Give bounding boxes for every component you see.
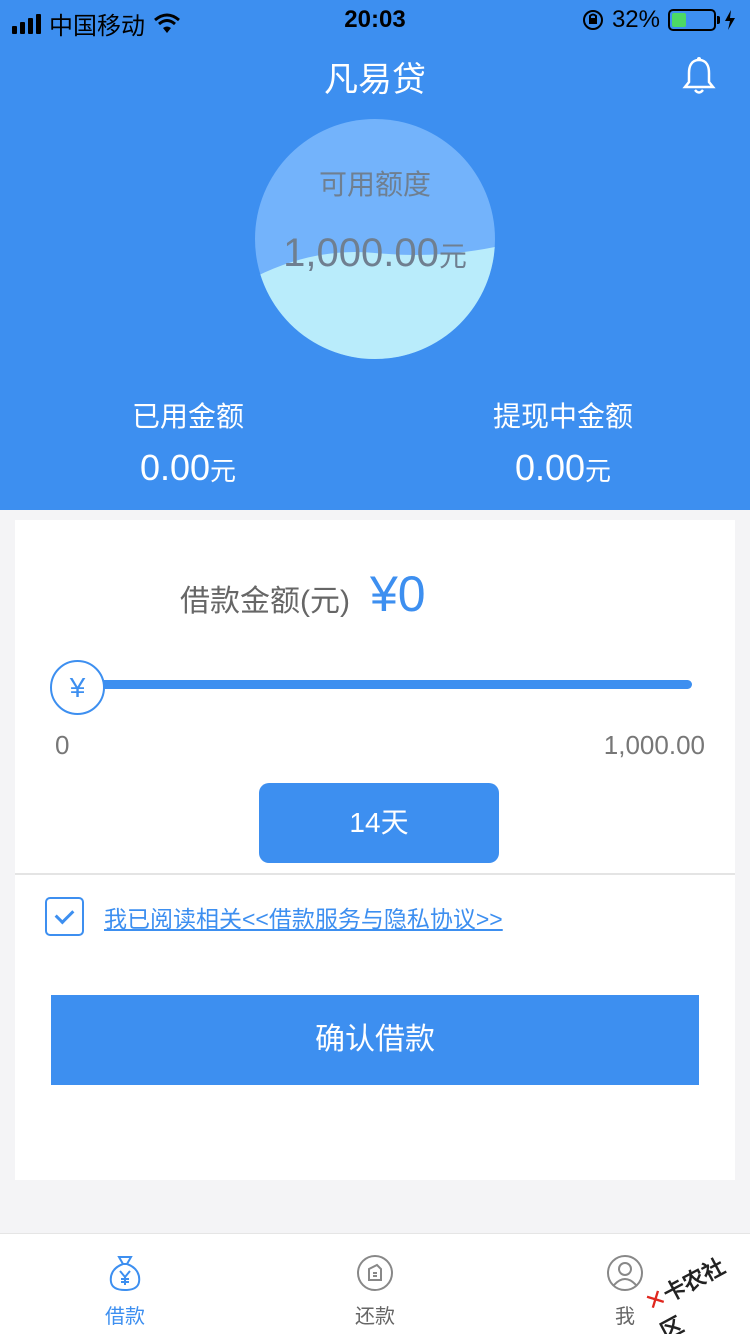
page-title: 凡易贷 <box>324 61 426 99</box>
used-amount-label: 已用金额 <box>131 401 244 432</box>
credit-amount-unit: 元 <box>438 241 467 272</box>
credit-amount: 1,000.00元 <box>255 231 495 276</box>
user-icon <box>607 1255 643 1291</box>
battery-percent: 32% <box>611 6 660 33</box>
loan-amount-value: ¥0 <box>369 566 426 622</box>
loan-card: 借款金额(元) ¥0 ¥ 0 1,000.00 14天 我已阅读相关<<借款服务… <box>15 520 735 1180</box>
slider-min-label: 0 <box>55 730 70 760</box>
agreement-row: 我已阅读相关<<借款服务与隐私协议>> <box>45 897 503 936</box>
loan-amount-slider[interactable]: ¥ <box>50 660 692 716</box>
orientation-lock-icon <box>582 10 603 30</box>
withdrawing-amount-stat: 提现中金额 0.00元 <box>413 395 713 489</box>
agreement-checkbox[interactable] <box>45 897 84 936</box>
tab-repay-label: 还款 <box>355 1306 395 1328</box>
loan-amount-label: 借款金额(元) <box>180 585 350 618</box>
used-amount-unit: 元 <box>210 456 237 486</box>
tab-bar: 借款 还款 我 <box>0 1233 750 1334</box>
used-amount-stat: 已用金额 0.00元 <box>38 395 338 489</box>
tab-loan[interactable]: 借款 <box>45 1234 205 1334</box>
loan-amount-row: 借款金额(元) ¥0 <box>180 565 426 623</box>
tab-repay[interactable]: 还款 <box>295 1234 455 1334</box>
credit-amount-value: 1,000.00 <box>283 231 439 275</box>
term-button[interactable]: 14天 <box>259 783 499 863</box>
bell-icon[interactable] <box>682 56 716 96</box>
tab-loan-label: 借款 <box>105 1306 145 1328</box>
withdrawing-amount-unit: 元 <box>585 456 612 486</box>
credit-label: 可用额度 <box>318 169 431 200</box>
confirm-loan-button[interactable]: 确认借款 <box>51 995 699 1085</box>
repay-icon <box>357 1255 393 1291</box>
slider-max-label: 1,000.00 <box>603 730 705 760</box>
status-bar: 中国移动 20:03 32% <box>0 0 750 40</box>
used-amount-value: 0.00 <box>139 447 211 488</box>
withdrawing-amount-label: 提现中金额 <box>492 401 633 432</box>
header: 中国移动 20:03 32% 凡易贷 可用额度 1,000.00元 已用金额 0… <box>0 0 750 510</box>
battery-icon <box>668 9 720 31</box>
agreement-link[interactable]: 我已阅读相关<<借款服务与隐私协议>> <box>104 900 503 934</box>
slider-thumb[interactable]: ¥ <box>50 660 105 715</box>
divider <box>15 873 735 875</box>
withdrawing-amount-value: 0.00 <box>514 447 586 488</box>
credit-circle: 可用额度 1,000.00元 <box>255 119 495 359</box>
money-bag-icon <box>109 1256 141 1292</box>
slider-track[interactable] <box>78 680 692 689</box>
charging-icon <box>725 10 735 30</box>
